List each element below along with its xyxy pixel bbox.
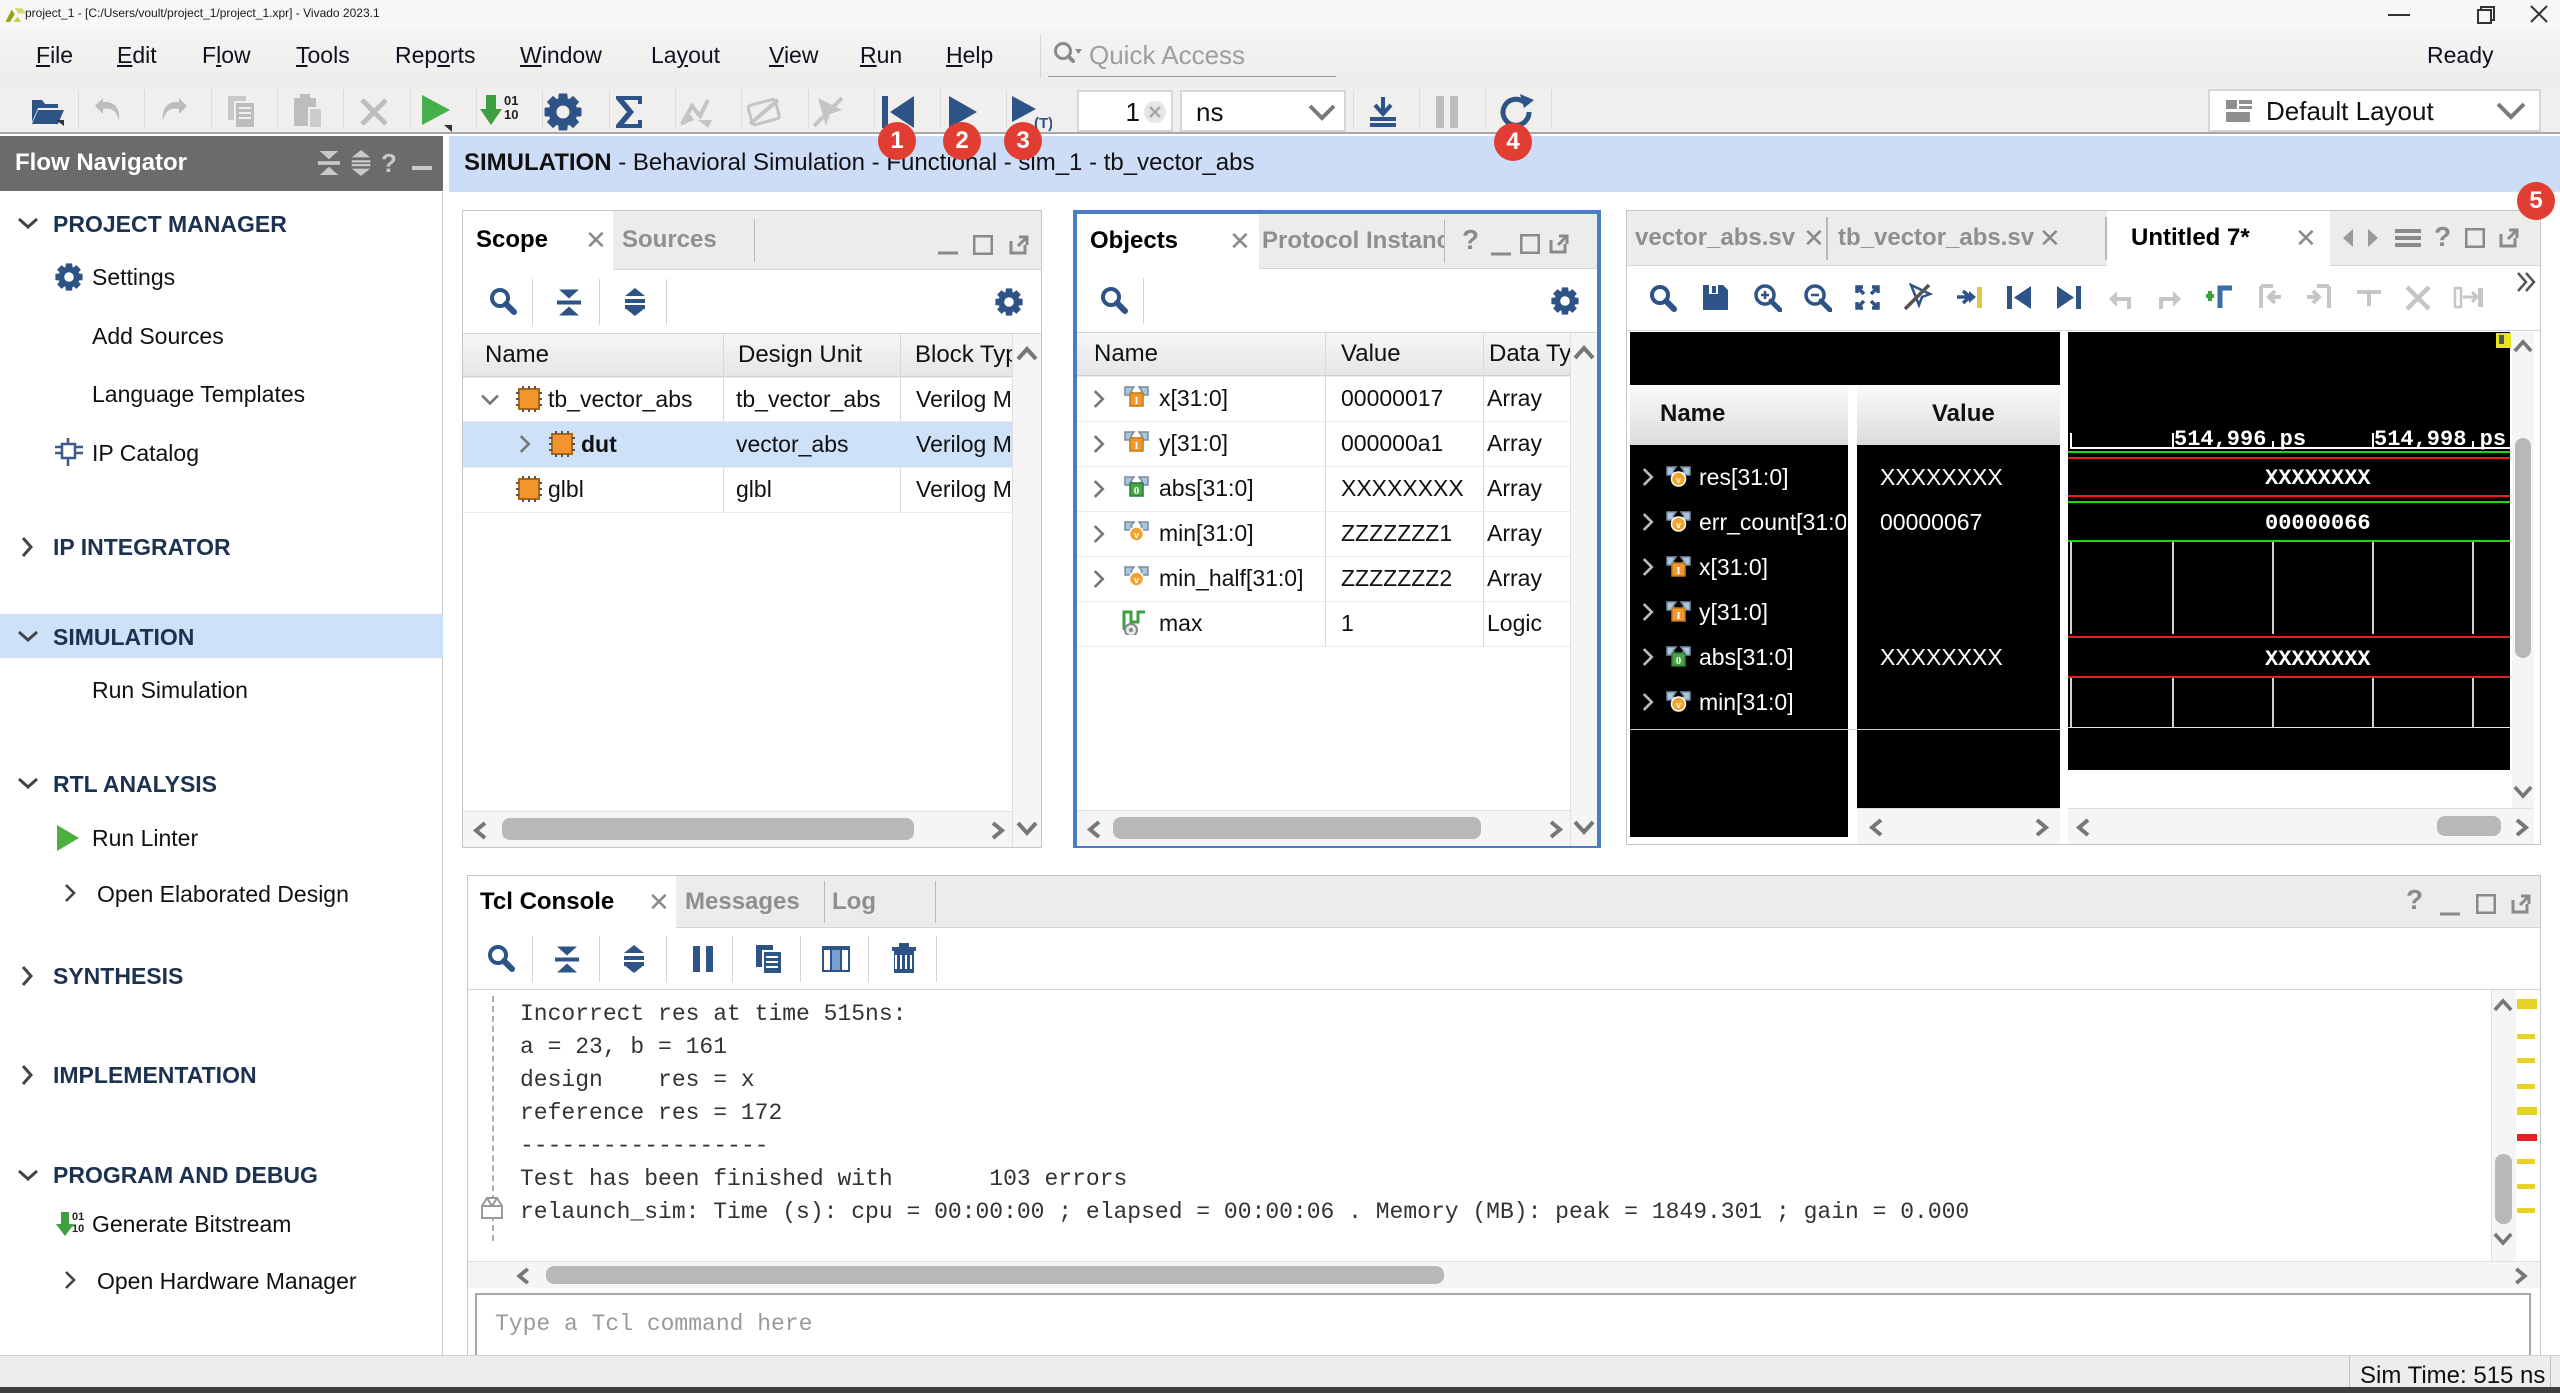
svg-text:01: 01 [72, 1211, 84, 1223]
svg-text:10: 10 [504, 107, 518, 122]
svg-text:10: 10 [72, 1223, 84, 1235]
svg-text:01: 01 [504, 93, 518, 108]
